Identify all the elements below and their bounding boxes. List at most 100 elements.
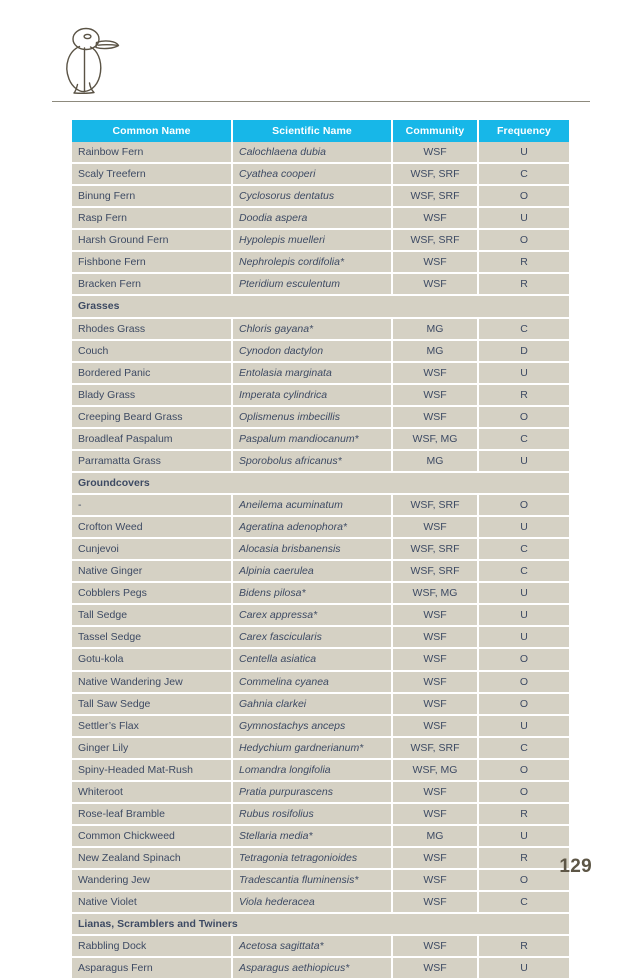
cell-community: WSF [392,251,479,275]
cell-frequency: C [478,560,569,584]
cell-community: MG [392,317,479,341]
cell-common-name: Tall Sedge [72,604,233,628]
cell-frequency: U [478,207,569,231]
cell-scientific-name: Stellaria media* [232,824,393,849]
cell-frequency: U [478,714,569,738]
table-row: Bracken Fern Pteridium esculentum WSF R [72,273,569,297]
cell-community: WSF [392,142,479,165]
cell-community: WSF [392,869,479,893]
cell-community: WSF [392,935,479,959]
cell-community: WSF, SRF [392,736,479,760]
table-row: New Zealand Spinach Tetragonia tetragonio… [72,847,569,871]
cell-community: WSF [392,714,479,738]
table-row: Native Violet Viola hederacea WSF C [72,891,569,915]
cell-frequency: C [478,427,569,451]
cell-frequency: O [478,869,569,893]
table-row: - Aneilema acuminatum WSF, SRF O [72,494,569,518]
cell-common-name: Wandering Jew [72,869,233,893]
table-row: Gotu-kola Centella asiatica WSF O [72,648,569,672]
cell-frequency: C [478,163,569,187]
cell-common-name: New Zealand Spinach [72,847,233,871]
cell-scientific-name: Cynodon dactylon [232,339,393,363]
cell-common-name: Gotu-kola [72,648,233,672]
cell-frequency: U [478,449,569,473]
cell-frequency: O [478,229,569,253]
cell-community: WSF [392,207,479,231]
table-header: Common Name Scientific Name Community Fr… [72,120,569,142]
table-header-row: Common Name Scientific Name Community Fr… [72,120,569,142]
table-row: Creeping Beard Grass Oplismenus imbecilli… [72,405,569,429]
table-row: Scaly Treefern Cyathea cooperi WSF, SRF C [72,163,569,187]
table-row: Parramatta Grass Sporobolus africanus* MG U [72,449,569,473]
cell-frequency: C [478,891,569,915]
cell-scientific-name: Nephrolepis cordifolia* [232,251,393,275]
cell-community: WSF, SRF [392,185,479,209]
page-number: 129 [559,856,592,877]
cell-community: WSF [392,273,479,297]
cell-common-name: Rhodes Grass [72,317,233,341]
cell-community: WSF [392,802,479,826]
cell-frequency: O [478,692,569,716]
column-header-community: Community [392,120,479,142]
table-row: Couch Cynodon dactylon MG D [72,339,569,363]
cell-frequency: U [478,604,569,628]
cell-common-name: Ginger Lily [72,736,233,760]
table-row: Tassel Sedge Carex fascicularis WSF U [72,626,569,650]
cell-common-name: Settler’s Flax [72,714,233,738]
cell-common-name: Tall Saw Sedge [72,692,233,716]
cell-community: WSF [392,670,479,694]
cell-scientific-name: Alocasia brisbanensis [232,538,393,562]
cell-scientific-name: Carex fascicularis [232,626,393,650]
table-row: Harsh Ground Fern Hypolepis muelleri WSF, … [72,229,569,253]
cell-frequency: R [478,847,569,871]
column-header-frequency: Frequency [478,120,569,142]
cell-common-name: - [72,494,233,518]
table-section-row: Grasses [72,295,569,319]
table-row: Native Ginger Alpinia caerulea WSF, SRF C [72,560,569,584]
cell-scientific-name: Hypolepis muelleri [232,229,393,253]
cell-frequency: R [478,935,569,959]
cell-common-name: Binung Fern [72,185,233,209]
cell-common-name: Fishbone Fern [72,251,233,275]
cell-frequency: O [478,648,569,672]
cell-common-name: Blady Grass [72,383,233,407]
cell-scientific-name: Gymnostachys anceps [232,714,393,738]
cell-community: WSF [392,516,479,540]
section-label: Grasses [72,295,569,319]
cell-scientific-name: Rubus rosifolius [232,802,393,826]
cell-community: WSF [392,780,479,804]
bird-logo [60,22,130,94]
cell-common-name: Cobblers Pegs [72,582,233,606]
cell-common-name: Common Chickweed [72,824,233,849]
cell-community: WSF [392,604,479,628]
cell-frequency: U [478,824,569,849]
table-row: Binung Fern Cyclosorus dentatus WSF, SRF O [72,185,569,209]
cell-common-name: Broadleaf Paspalum [72,427,233,451]
table-row: Rhodes Grass Chloris gayana* MG C [72,317,569,341]
cell-frequency: C [478,317,569,341]
table-row: Settler’s Flax Gymnostachys anceps WSF U [72,714,569,738]
section-label: Groundcovers [72,471,569,496]
table-row: Asparagus Fern Asparagus aethiopicus* WSF U [72,957,569,980]
cell-community: MG [392,824,479,849]
column-header-scientific-name: Scientific Name [232,120,393,142]
cell-scientific-name: Calochlaena dubia [232,142,393,165]
cell-community: WSF, MG [392,758,479,782]
cell-frequency: O [478,758,569,782]
cell-community: WSF [392,648,479,672]
cell-community: WSF, MG [392,582,479,606]
cell-community: WSF, SRF [392,229,479,253]
column-header-common-name: Common Name [72,120,233,142]
cell-scientific-name: Carex appressa* [232,604,393,628]
cell-common-name: Tassel Sedge [72,626,233,650]
cell-common-name: Bracken Fern [72,273,233,297]
cell-scientific-name: Imperata cylindrica [232,383,393,407]
cell-common-name: Native Ginger [72,560,233,584]
cell-scientific-name: Pteridium esculentum [232,273,393,297]
cell-frequency: C [478,538,569,562]
cell-scientific-name: Doodia aspera [232,207,393,231]
cell-scientific-name: Sporobolus africanus* [232,449,393,473]
cell-scientific-name: Aneilema acuminatum [232,494,393,518]
cell-common-name: Rainbow Fern [72,142,233,165]
cell-community: WSF [392,405,479,429]
